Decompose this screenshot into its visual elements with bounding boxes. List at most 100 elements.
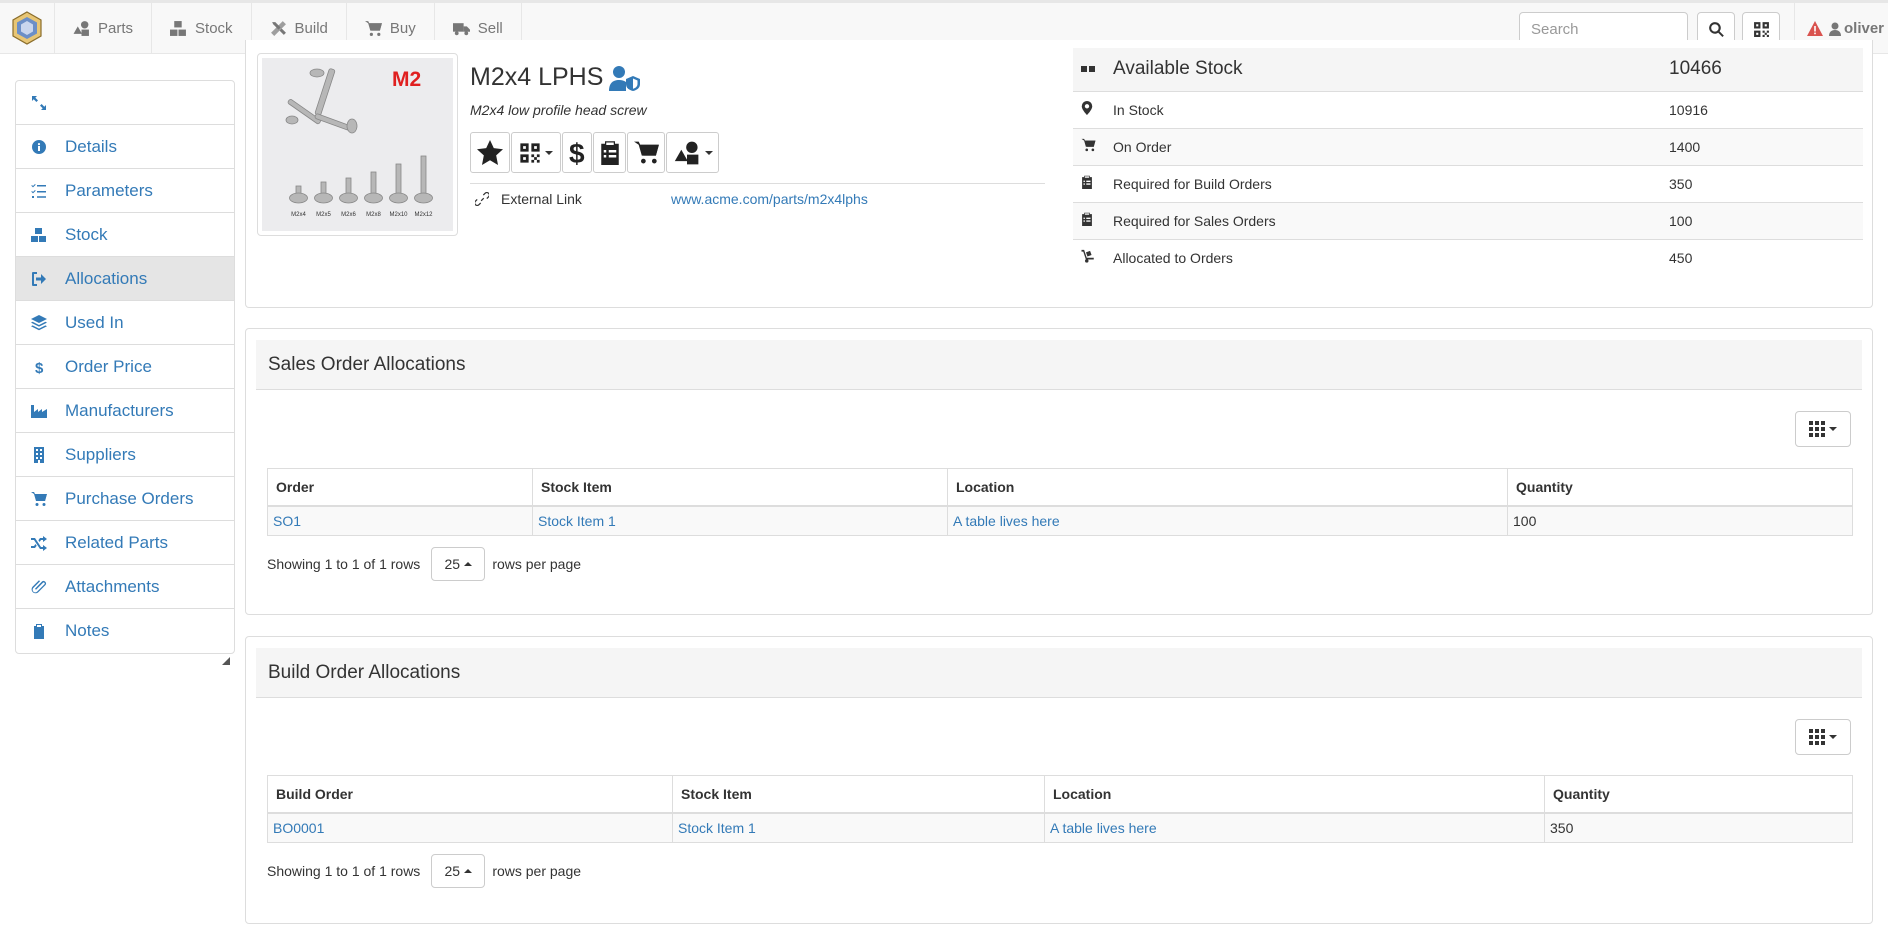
pricing-button[interactable]: $ xyxy=(562,132,592,173)
sidebar-item-details[interactable]: Details xyxy=(16,125,234,169)
quantity-cell: 100 xyxy=(1507,505,1853,536)
image-size-label: M2x5 xyxy=(316,212,331,218)
qrcode-icon xyxy=(1753,21,1769,37)
showing-rows-text: Showing 1 to 1 of 1 rows xyxy=(267,863,421,879)
caret-up-icon xyxy=(464,562,473,566)
build-allocations-panel: Build Order Allocations Build Order Stoc… xyxy=(245,636,1873,924)
pagination-info: Showing 1 to 1 of 1 rows 25 rows per pag… xyxy=(267,854,581,888)
part-name: M2x4 LPHS xyxy=(470,63,604,91)
sales-allocations-table: Order Stock Item Location Quantity SO1 S… xyxy=(267,468,1853,536)
cart-icon xyxy=(364,21,382,36)
order-part-button[interactable] xyxy=(627,132,665,173)
pagination-info: Showing 1 to 1 of 1 rows 25 rows per pag… xyxy=(267,547,581,581)
paperclip-icon xyxy=(31,579,46,593)
sidebar-item-related-parts[interactable]: Related Parts xyxy=(16,521,234,565)
stock-actions-button[interactable] xyxy=(593,132,626,173)
column-header-build-order[interactable]: Build Order xyxy=(267,775,673,814)
sidebar-item-attachments[interactable]: Attachments xyxy=(16,565,234,609)
chevron-down-icon xyxy=(1829,427,1837,431)
caret-up-icon xyxy=(464,869,473,873)
svg-text:$: $ xyxy=(35,360,44,375)
list-icon xyxy=(31,183,46,198)
column-header-stock-item[interactable]: Stock Item xyxy=(672,775,1045,814)
column-header-order[interactable]: Order xyxy=(267,468,533,507)
image-size-label: M2x4 xyxy=(291,212,306,218)
stock-row-allocated: Allocated to Orders 450 xyxy=(1073,238,1863,276)
clipboard-icon xyxy=(34,624,44,639)
column-toggle-button[interactable] xyxy=(1795,719,1851,755)
build-allocations-title: Build Order Allocations xyxy=(256,648,1862,698)
column-toggle-button[interactable] xyxy=(1795,411,1851,447)
location-link[interactable]: A table lives here xyxy=(953,513,1060,529)
sidebar-item-manufacturers[interactable]: Manufacturers xyxy=(16,389,234,433)
quantity-cell: 350 xyxy=(1544,812,1853,843)
sidebar-item-suppliers[interactable]: Suppliers xyxy=(16,433,234,477)
nav-stock[interactable]: Stock xyxy=(151,3,251,54)
available-stock-row: Available Stock 10466 xyxy=(1073,48,1863,91)
showing-rows-text: Showing 1 to 1 of 1 rows xyxy=(267,556,421,572)
boxes-icon xyxy=(31,227,46,242)
stock-row-value: 450 xyxy=(1669,238,1863,276)
stock-item-link[interactable]: Stock Item 1 xyxy=(538,513,616,529)
user-shield-icon[interactable] xyxy=(609,65,641,91)
sign-out-icon xyxy=(32,271,46,286)
expand-icon xyxy=(32,95,46,110)
chevron-down-icon xyxy=(1829,735,1837,739)
sidebar-item-label: Suppliers xyxy=(65,444,136,464)
stock-row-in-stock: In Stock 10916 xyxy=(1073,90,1863,128)
nav-parts[interactable]: Parts xyxy=(54,3,151,54)
page-size-dropdown[interactable]: 25 xyxy=(431,547,486,581)
sidebar-item-order-price[interactable]: $ Order Price xyxy=(16,345,234,389)
barcode-actions-button[interactable] xyxy=(511,132,561,173)
stock-row-label: In Stock xyxy=(1113,90,1669,128)
nav-parts-label: Parts xyxy=(98,20,134,37)
sidebar-item-purchase-orders[interactable]: Purchase Orders xyxy=(16,477,234,521)
image-size-label: M2x6 xyxy=(341,212,356,218)
star-icon xyxy=(477,140,503,165)
sidebar-item-label: Attachments xyxy=(65,576,160,596)
link-icon xyxy=(475,192,489,206)
table-header-row: Build Order Stock Item Location Quantity xyxy=(267,775,1853,814)
column-header-location[interactable]: Location xyxy=(1044,775,1545,814)
stock-item-link[interactable]: Stock Item 1 xyxy=(678,820,756,836)
grid-icon xyxy=(1809,729,1825,745)
stock-summary-table: Available Stock 10466 In Stock 10916 On … xyxy=(1073,48,1863,276)
location-link[interactable]: A table lives here xyxy=(1050,820,1157,836)
external-link[interactable]: www.acme.com/parts/m2x4lphs xyxy=(671,191,868,207)
image-size-label: M2x10 xyxy=(389,212,408,218)
star-button[interactable] xyxy=(470,132,510,173)
column-header-quantity[interactable]: Quantity xyxy=(1544,775,1853,814)
sidebar-item-notes[interactable]: Notes xyxy=(16,609,234,653)
nav-build-label: Build xyxy=(294,20,328,37)
resize-grip-icon[interactable] xyxy=(222,657,230,665)
boxes-icon xyxy=(170,21,186,36)
sidebar-item-label: Details xyxy=(65,136,117,156)
clipboard-icon xyxy=(1082,212,1092,226)
column-header-stock-item[interactable]: Stock Item xyxy=(532,468,948,507)
sidebar-item-allocations[interactable]: Allocations xyxy=(16,257,234,301)
sidebar-item-used-in[interactable]: Used In xyxy=(16,301,234,345)
part-actions-button[interactable] xyxy=(666,132,719,173)
cart-icon xyxy=(633,141,659,164)
chevron-down-icon xyxy=(545,150,553,155)
sidebar-item-stock[interactable]: Stock xyxy=(16,213,234,257)
column-header-location[interactable]: Location xyxy=(947,468,1508,507)
sales-allocations-panel: Sales Order Allocations Order Stock Item… xyxy=(245,328,1873,615)
sales-allocations-title: Sales Order Allocations xyxy=(256,340,1862,390)
page-size-value: 25 xyxy=(444,556,461,572)
cart-icon xyxy=(31,491,47,506)
available-stock-value: 10466 xyxy=(1669,48,1863,91)
order-link[interactable]: SO1 xyxy=(273,513,301,529)
build-order-link[interactable]: BO0001 xyxy=(273,820,324,836)
part-thumbnail[interactable]: M2 M2x4 M2x5 M2x6 M2x8 M2x10 M2x12 xyxy=(257,53,458,236)
sidebar-item-parameters[interactable]: Parameters xyxy=(16,169,234,213)
column-header-quantity[interactable]: Quantity xyxy=(1507,468,1853,507)
external-link-row: External Link www.acme.com/parts/m2x4lph… xyxy=(470,183,1045,214)
sidebar-item-label: Allocations xyxy=(65,268,148,288)
image-size-label: M2x8 xyxy=(366,212,381,218)
stock-row-on-order: On Order 1400 xyxy=(1073,127,1863,165)
nav-buy-label: Buy xyxy=(389,20,416,37)
sidebar-toggle-button[interactable] xyxy=(16,81,234,125)
inventree-logo-icon[interactable] xyxy=(12,11,42,45)
page-size-dropdown[interactable]: 25 xyxy=(431,854,486,888)
